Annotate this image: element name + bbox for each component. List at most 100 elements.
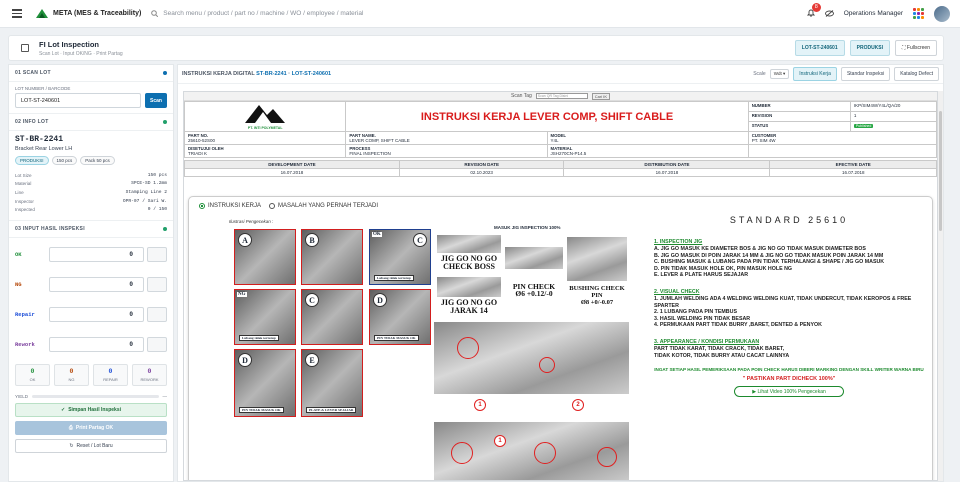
stepper-button[interactable]	[147, 246, 167, 262]
menu-icon[interactable]	[12, 9, 22, 18]
instruction-document: Scan Tag Scan QR Tag Disini Cari IK PT. …	[183, 91, 938, 481]
notification-button[interactable]: 8	[806, 2, 821, 19]
highlight-ring	[451, 442, 473, 464]
photo-b: B	[301, 229, 363, 285]
status-dot	[163, 71, 167, 75]
scan-tag-label: Scan Tag	[511, 93, 532, 99]
print-partag-button[interactable]: ⎙ Print Partag OK	[15, 420, 167, 435]
search-icon	[151, 10, 159, 17]
radio-icon	[269, 203, 276, 209]
yield-bar	[32, 394, 159, 398]
scale-select[interactable]: Wdt ▾	[769, 69, 790, 79]
info-row: Material SPCE-SD 1.2mm	[15, 181, 167, 187]
tab-masalah[interactable]: MASALAH YANG PERNAH TERJADI	[269, 203, 378, 209]
scan-button[interactable]: Scan	[145, 93, 167, 108]
ng-input[interactable]: 0	[49, 276, 144, 292]
scan-tag-bar: Scan Tag Scan QR Tag Disini Cari IK	[184, 92, 937, 101]
part-number: ST-BR-2241	[15, 135, 64, 144]
info-row: Line Stamping Line 2	[15, 189, 167, 195]
printer-icon: ⎙	[68, 424, 73, 431]
scan-tag-input[interactable]: Scan QR Tag Disini	[535, 93, 588, 99]
standard-text: STANDARD 25610 1. INSPECTION JIG A. JIG …	[654, 215, 924, 398]
app-logo-icon	[36, 9, 48, 18]
count-summary: 0 OK 0 NG 0 REPAIR 0 REWORK	[9, 352, 173, 386]
yield-value: —	[162, 393, 168, 399]
input-row-ok: OK 0	[9, 238, 173, 262]
point-marker-3: 1	[494, 435, 506, 447]
highlight-ring	[457, 337, 479, 359]
fullscreen-button[interactable]: ⛶ Fullscreen	[895, 40, 937, 56]
cari-ik-button[interactable]: Cari IK	[591, 92, 610, 100]
top-bar: META (MES & Traceability) Search menu / …	[0, 0, 960, 28]
jig-photo-1	[437, 235, 501, 253]
count-ok: 0 OK	[15, 363, 50, 386]
lot-pills: PRODUKSI 150 pcs Pack 50 pcs	[9, 152, 173, 169]
marking-note: INGAT SETIAP HASIL PEMERIKSAAN PADA POIN…	[654, 367, 924, 373]
tab-standar-inspeksi[interactable]: Standar Inspeksi	[840, 67, 891, 81]
jig-photo-2	[437, 277, 501, 297]
input-header: 03 INPUT HASIL INSPEKSI	[9, 219, 173, 238]
status-dot	[163, 226, 167, 231]
input-row-ng: NG 0	[9, 262, 173, 292]
avatar[interactable]	[934, 5, 950, 22]
lot-number-input[interactable]	[15, 93, 141, 108]
tab-instruksi[interactable]: INSTRUKSI KERJA	[199, 203, 261, 209]
check-icon: ✓	[60, 406, 66, 413]
stepper-button[interactable]	[147, 336, 167, 352]
fullscreen-label: Fullscreen	[906, 45, 930, 51]
tab-katalog-defect[interactable]: Katalog Defect	[894, 67, 939, 81]
info-row: Inspector OPR-07 / Sari W.	[15, 198, 167, 204]
highlight-ring	[534, 442, 556, 464]
info-lot-header: 02 INFO LOT	[9, 113, 173, 131]
info-row: Lot Size 150 pcs	[15, 172, 167, 178]
ok-input[interactable]: 0	[49, 246, 144, 262]
tab-instruksi-kerja[interactable]: Instruksi Kerja	[793, 67, 837, 81]
company-logo: PT. INTI POLYMETAL	[184, 101, 347, 132]
pill-qty: 150 pcs	[51, 156, 78, 165]
reset-lot-button[interactable]: ↻ Reset / Lot Baru	[15, 438, 167, 453]
photo-c-ok: OK C Lubang tidak tertutup	[369, 229, 431, 285]
photo-e: E PLATE & LEVER SEJAJAR	[301, 349, 363, 417]
page-subtitle: Scan Lot · Input OK/NG · Print Partag	[39, 50, 123, 57]
bushing-check-label: BUSHING CHECK PIN Ø8 +0/-0.07	[569, 285, 625, 306]
point-marker-1: 1	[474, 399, 486, 411]
status-badge: Published	[853, 124, 874, 128]
yield-label: YIELD	[15, 393, 29, 399]
photo-d: D PIN TIDAK MASUK OK	[234, 349, 296, 417]
radio-icon	[199, 203, 205, 209]
user-name[interactable]: Operations Manager	[844, 10, 903, 17]
video-button[interactable]: ▶ Lihat Video 100% Pengecekan	[734, 386, 844, 398]
document-header-table: PT. INTI POLYMETAL INSTRUKSI KERJA LEVER…	[184, 101, 937, 158]
rework-input[interactable]: 0	[49, 336, 144, 352]
right-panel: INSTRUKSI KERJA DIGITAL ST-BR-2241 · LOT…	[177, 64, 944, 482]
standard-title: STANDARD 25610	[729, 215, 849, 225]
apps-grid-icon[interactable]	[913, 8, 924, 19]
stepper-button[interactable]	[147, 276, 167, 292]
input-row-repair: Repair 0	[9, 292, 173, 322]
global-search[interactable]: Search menu / product / part no / machin…	[151, 10, 363, 17]
save-inspection-button[interactable]: ✓ Simpan Hasil Inspeksi	[15, 402, 167, 417]
photo-c: C	[301, 289, 363, 345]
ik-header: INSTRUKSI KERJA DIGITAL ST-BR-2241 · LOT…	[178, 65, 943, 84]
app-logo[interactable]: META (MES & Traceability)	[36, 9, 141, 18]
input-row-rework: Rework 0	[9, 322, 173, 352]
pin-photo	[505, 247, 563, 269]
stepper-button[interactable]	[147, 306, 167, 322]
status-dot	[163, 120, 167, 124]
ik-title: INSTRUKSI KERJA DIGITAL ST-BR-2241 · LOT…	[182, 71, 332, 77]
jig1-label: JIG GO NO GO CHECK BOSS	[437, 255, 501, 271]
photo-ng: NG Lubang tidak tertutup	[234, 289, 296, 345]
count-repair: 0 REPAIR	[93, 363, 128, 386]
app-name: META (MES & Traceability)	[53, 10, 142, 17]
masuk-jig-label: MASUK JIG INSPECTION 100%	[494, 225, 561, 230]
left-panel: 01 SCAN LOT LOT NUMBER / BARCODE Scan 02…	[8, 64, 174, 482]
repair-input[interactable]: 0	[49, 306, 144, 322]
pastikan-note: " PASTIKAN PART DICHECK 100%"	[742, 376, 836, 383]
pill-stage: PRODUKSI	[15, 156, 49, 165]
ilustrasi-label: Ilustrasi Pengecekan :	[229, 219, 274, 224]
eye-off-icon[interactable]	[824, 10, 834, 17]
info-row: Inspected 0 / 150	[15, 207, 167, 213]
highlight-ring	[597, 447, 617, 467]
document-scrollbar[interactable]	[938, 91, 943, 481]
search-placeholder: Search menu / product / part no / machin…	[163, 10, 364, 17]
